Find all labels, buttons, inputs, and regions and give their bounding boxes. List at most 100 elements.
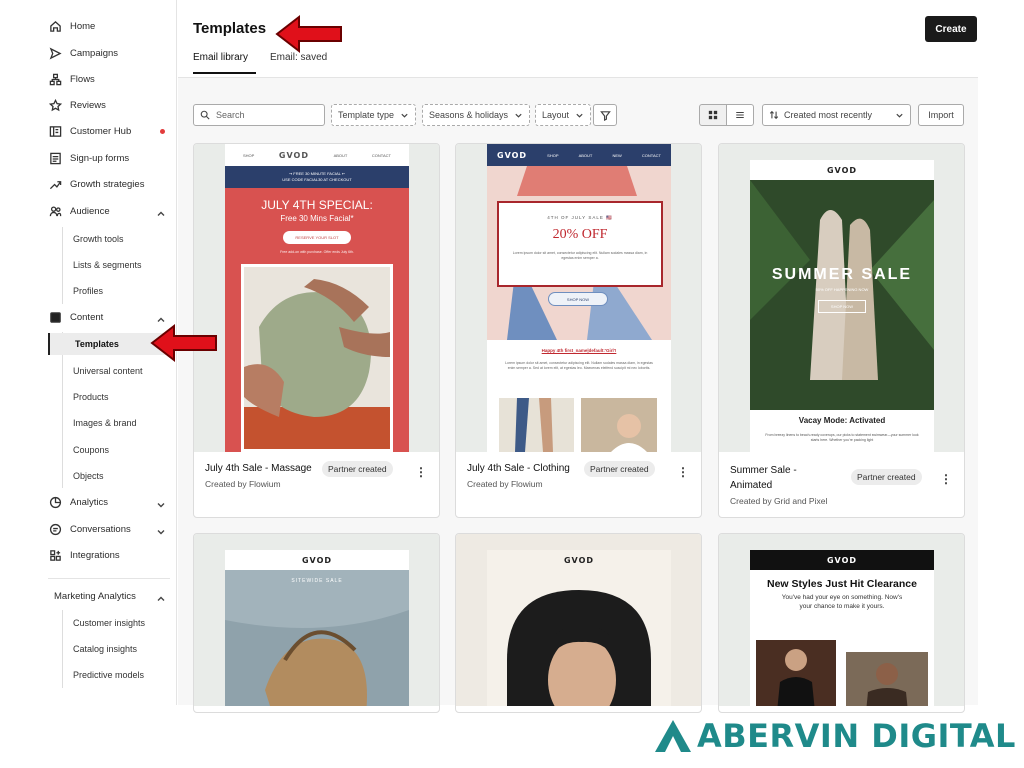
sidebar-item-label: Growth strategies: [70, 178, 145, 190]
email-headline: 20% OFF: [552, 227, 608, 242]
sidebar-item-images-brand[interactable]: Images & brand: [63, 412, 137, 434]
grid-view-button[interactable]: [699, 104, 727, 126]
chevron-up-icon[interactable]: [156, 312, 166, 322]
email-nav: GVOD: [225, 550, 409, 570]
sidebar-item-label: Marketing Analytics: [54, 590, 136, 602]
sidebar-item-integrations[interactable]: Integrations: [48, 544, 120, 566]
email-nav-link: SHOP: [547, 152, 559, 158]
chevron-down-icon: [401, 113, 408, 118]
template-card[interactable]: GVOD SUMMER SALE 50% OFF HAPPENING NOW S…: [718, 143, 965, 518]
email-logo: GVOD: [563, 555, 595, 565]
sidebar-item-signup-forms[interactable]: Sign-up forms: [48, 147, 129, 169]
template-thumbnail: GVOD New Styles Just Hit Clearance You'v…: [719, 534, 964, 706]
sidebar-item-reviews[interactable]: Reviews: [48, 94, 106, 116]
template-title: July 4th Sale - Massage: [205, 463, 312, 474]
brand-logo: ABERVIN DIGITAL: [653, 716, 1016, 756]
template-thumbnail: SHOP GVOD ABOUT CONTACT ⇝ FREE 30 MINUTE…: [194, 144, 439, 452]
search-input[interactable]: Search: [193, 104, 325, 126]
sidebar-item-audience[interactable]: Audience: [48, 200, 110, 222]
email-nav-link: ABOUT: [578, 152, 593, 158]
sidebar-item-label: Home: [70, 20, 96, 32]
sidebar-item-label: Content: [70, 311, 104, 323]
sidebar-item-flows[interactable]: Flows: [48, 68, 95, 90]
sidebar-item-universal-content[interactable]: Universal content: [63, 360, 143, 382]
seasons-holidays-filter[interactable]: Seasons & holidays: [422, 104, 531, 126]
filter-button[interactable]: [593, 104, 617, 126]
email-nav: SHOP GVOD ABOUT CONTACT: [225, 144, 409, 166]
chevron-down-icon: [576, 113, 583, 118]
annotation-arrow: [150, 323, 217, 363]
sidebar-item-conversations[interactable]: Conversations: [48, 518, 131, 540]
chevron-up-icon[interactable]: [156, 591, 166, 601]
email-preview: GVOD SHOP ABOUT NEW CONTACT 4TH OF JULY: [487, 144, 671, 452]
sidebar-item-predictive-models[interactable]: Predictive models: [63, 664, 144, 686]
template-card[interactable]: SHOP GVOD ABOUT CONTACT ⇝ FREE 30 MINUTE…: [193, 143, 440, 518]
sidebar-item-campaigns[interactable]: Campaigns: [48, 42, 118, 64]
email-nav-link: NEW: [612, 152, 622, 158]
sidebar-item-objects[interactable]: Objects: [63, 465, 104, 487]
sidebar-item-lists-segments[interactable]: Lists & segments: [63, 254, 142, 276]
more-options-icon[interactable]: ⋮: [940, 473, 952, 485]
email-headline: SITEWIDE SALE: [291, 578, 343, 584]
list-view-button[interactable]: [726, 104, 754, 126]
active-tab-indicator: [193, 72, 256, 74]
sidebar-item-coupons[interactable]: Coupons: [63, 439, 109, 461]
sidebar-item-growth-tools[interactable]: Growth tools: [63, 228, 124, 250]
template-card[interactable]: GVOD New Styles Just Hit Clearance You'v…: [718, 533, 965, 713]
template-card[interactable]: GVOD SITEWIDE SALE: [193, 533, 440, 713]
sidebar-item-catalog-insights[interactable]: Catalog insights: [63, 638, 137, 660]
template-card[interactable]: GVOD: [455, 533, 702, 713]
bag-photo: [225, 570, 409, 706]
create-button[interactable]: Create: [925, 16, 977, 42]
filter-label: Layout: [542, 110, 570, 120]
sidebar-item-home[interactable]: Home: [48, 15, 95, 37]
more-options-icon[interactable]: ⋮: [677, 466, 689, 478]
email-subhead: 50% OFF HAPPENING NOW: [815, 287, 869, 292]
chevron-up-icon[interactable]: [156, 206, 166, 216]
portrait-photo: [507, 590, 651, 706]
search-icon: [200, 110, 210, 120]
template-creator: Created by Grid and Pixel: [730, 496, 828, 506]
sidebar-item-products[interactable]: Products: [63, 386, 109, 408]
tab-email-library[interactable]: Email library: [193, 52, 248, 63]
star-icon: [48, 98, 62, 112]
email-body: Lorem ipsum dolor sit amet, consectetur …: [505, 361, 653, 370]
filter-label: Seasons & holidays: [429, 110, 509, 120]
import-button[interactable]: Import: [918, 104, 964, 126]
sidebar-item-marketing-analytics[interactable]: Marketing Analytics: [54, 585, 136, 607]
notification-dot: [160, 129, 165, 134]
sidebar-item-profiles[interactable]: Profiles: [63, 280, 103, 302]
annotation-arrow: [275, 14, 342, 54]
grid-icon: [708, 110, 718, 120]
email-preview: SHOP GVOD ABOUT CONTACT ⇝ FREE 30 MINUTE…: [225, 144, 409, 452]
partner-badge: Partner created: [322, 461, 393, 477]
template-card[interactable]: GVOD SHOP ABOUT NEW CONTACT 4TH OF JULY: [455, 143, 702, 518]
chevron-down-icon[interactable]: [156, 524, 166, 535]
search-placeholder: Search: [216, 110, 245, 120]
sidebar-item-analytics[interactable]: Analytics: [48, 491, 108, 513]
list-icon: [736, 111, 744, 119]
sidebar-item-customer-hub[interactable]: Customer Hub: [48, 120, 131, 142]
chat-icon: [48, 522, 62, 536]
sort-select[interactable]: Created most recently: [762, 104, 911, 126]
home-icon: [48, 19, 62, 33]
more-options-icon[interactable]: ⋮: [415, 466, 427, 478]
template-creator: Created by Flowium: [467, 479, 543, 489]
template-type-filter[interactable]: Template type: [331, 104, 417, 126]
template-thumbnail: GVOD SHOP ABOUT NEW CONTACT 4TH OF JULY: [456, 144, 701, 452]
sidebar-item-content[interactable]: Content: [48, 306, 103, 328]
email-preview: GVOD New Styles Just Hit Clearance You'v…: [750, 550, 934, 706]
layout-filter[interactable]: Layout: [535, 104, 592, 126]
sidebar-item-growth-strategies[interactable]: Growth strategies: [48, 173, 144, 195]
analytics-icon: [48, 495, 62, 509]
integrations-icon: [48, 548, 62, 562]
email-nav: GVOD SHOP ABOUT NEW CONTACT: [487, 144, 671, 166]
chevron-down-icon[interactable]: [156, 497, 166, 508]
email-body: From breezy linens to beach-ready coveru…: [765, 433, 919, 442]
sidebar-item-label: Conversations: [70, 523, 131, 535]
send-icon: [48, 46, 62, 60]
email-nav-link: SHOP: [243, 152, 255, 158]
main-content: Templates Email library Email: saved Cre…: [178, 0, 978, 713]
email-cta: RESERVE YOUR SLOT: [283, 231, 351, 244]
sidebar-item-customer-insights[interactable]: Customer insights: [63, 612, 145, 634]
